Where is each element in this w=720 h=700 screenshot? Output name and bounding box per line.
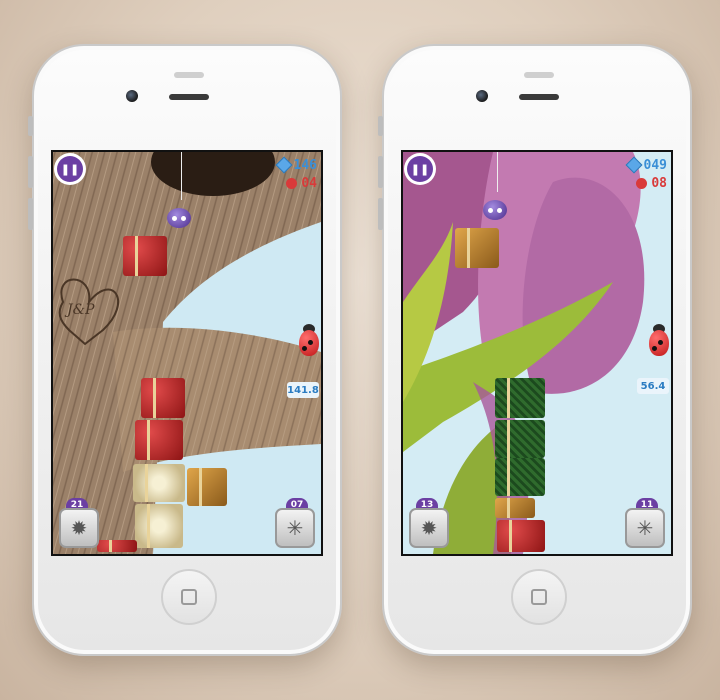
- carried-block: [455, 228, 499, 268]
- blocks-count: 146: [293, 157, 317, 173]
- stacked-block: [495, 458, 545, 496]
- proximity-sensor: [524, 72, 554, 78]
- spider-eye: [181, 216, 186, 221]
- hud-counters: 146 04: [261, 156, 317, 196]
- spiderweb-icon: ✳: [636, 516, 654, 540]
- home-button[interactable]: [511, 569, 567, 625]
- pause-button[interactable]: ❚❚: [407, 156, 433, 182]
- distance-label: 56.4: [637, 378, 669, 394]
- ladybug-marker: [645, 324, 671, 358]
- game-screen-left[interactable]: J&P ❚❚ 146 04 141.8 21 ✹ 07 ✳: [51, 150, 323, 556]
- home-button[interactable]: [161, 569, 217, 625]
- spider-thread: [497, 152, 498, 192]
- distance-label: 141.8: [287, 382, 319, 398]
- front-camera: [476, 90, 488, 102]
- stacked-block: [133, 464, 185, 502]
- ladybug-marker: [295, 324, 321, 358]
- shuriken-icon: ✹: [70, 516, 88, 540]
- paw-icon: [286, 177, 298, 189]
- front-camera: [126, 90, 138, 102]
- paw-icon: [636, 177, 648, 189]
- lives-count: 08: [651, 175, 667, 191]
- phone-right: ❚❚ 049 08 56.4 13 ✹ 11 ✳: [378, 44, 692, 656]
- ladybug-dot: [652, 346, 657, 351]
- phone-left: J&P ❚❚ 146 04 141.8 21 ✹ 07 ✳: [28, 44, 342, 656]
- pause-icon: ❚❚: [410, 162, 430, 176]
- earpiece: [169, 94, 209, 100]
- proximity-sensor: [174, 72, 204, 78]
- shuriken-icon: ✹: [420, 516, 438, 540]
- spider-body: [483, 200, 507, 220]
- shuriken-power-button[interactable]: ✹: [59, 508, 99, 548]
- spider-eye: [497, 208, 502, 213]
- spider-character: [157, 196, 201, 240]
- hud-counters: 049 08: [611, 156, 667, 196]
- spider-character: [473, 188, 517, 232]
- stacked-block: [97, 540, 137, 552]
- game-screen-right[interactable]: ❚❚ 049 08 56.4 13 ✹ 11 ✳: [401, 150, 673, 556]
- volume-down-button: [28, 198, 33, 230]
- stacked-block: [497, 520, 545, 552]
- shuriken-power-button[interactable]: ✹: [409, 508, 449, 548]
- ladybug-dot: [658, 340, 663, 345]
- stacked-block: [187, 468, 227, 506]
- mute-switch: [378, 116, 383, 136]
- stacked-block: [135, 420, 183, 460]
- blocks-count: 049: [643, 157, 667, 173]
- spiderweb-power-button[interactable]: ✳: [275, 508, 315, 548]
- volume-up-button: [28, 156, 33, 188]
- volume-down-button: [378, 198, 383, 230]
- volume-up-button: [378, 156, 383, 188]
- spider-thread: [181, 152, 182, 200]
- stacked-block: [495, 378, 545, 418]
- spider-body: [167, 208, 191, 228]
- lives-count: 04: [301, 175, 317, 191]
- home-square-icon: [181, 589, 197, 605]
- gem-icon: [625, 156, 643, 174]
- pause-icon: ❚❚: [60, 162, 80, 176]
- home-square-icon: [531, 589, 547, 605]
- ladybug-dot: [308, 340, 313, 345]
- gem-icon: [275, 156, 293, 174]
- spiderweb-power-button[interactable]: ✳: [625, 508, 665, 548]
- earpiece: [519, 94, 559, 100]
- carried-block: [123, 236, 167, 276]
- mute-switch: [28, 116, 33, 136]
- stacked-block: [141, 378, 185, 418]
- stacked-block: [495, 498, 535, 518]
- stacked-block: [495, 420, 545, 458]
- spider-eye: [488, 208, 493, 213]
- spider-eye: [172, 216, 177, 221]
- spiderweb-icon: ✳: [286, 516, 304, 540]
- pause-button[interactable]: ❚❚: [57, 156, 83, 182]
- carving-text: J&P: [67, 302, 95, 318]
- ladybug-dot: [302, 346, 307, 351]
- stacked-block: [135, 504, 183, 548]
